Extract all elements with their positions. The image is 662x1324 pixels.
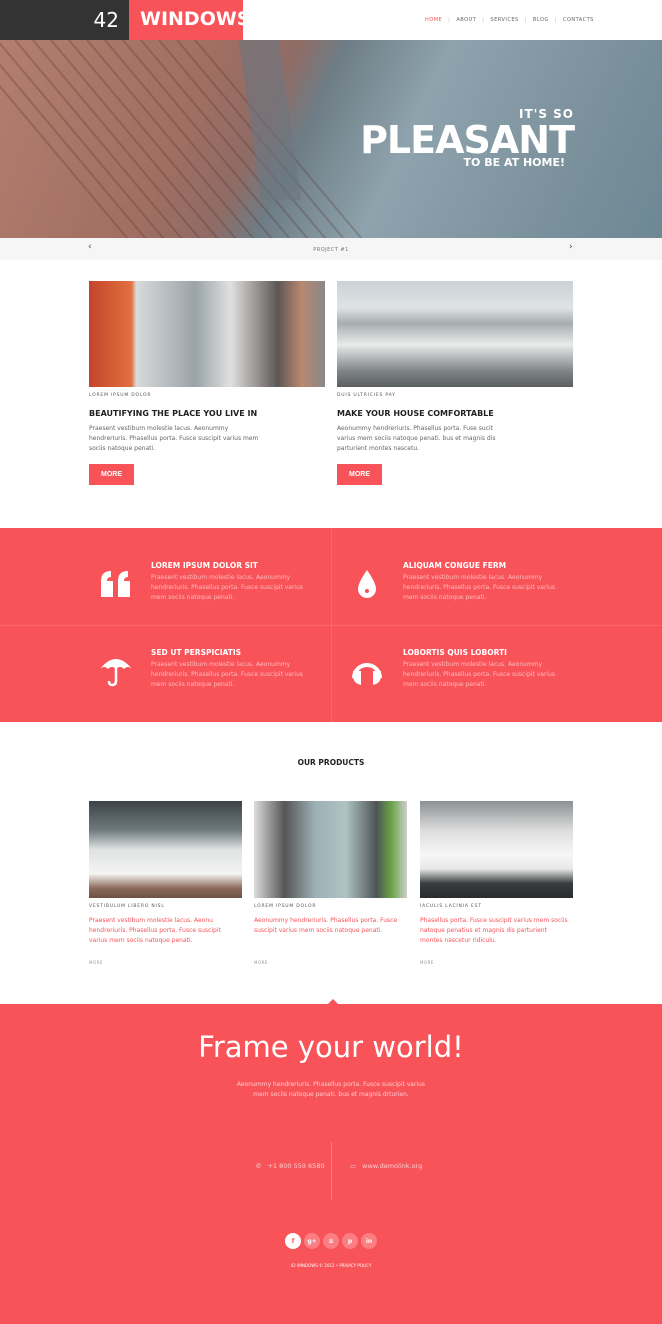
nav-separator: | [448,17,451,23]
next-arrow-icon[interactable]: › [569,242,573,252]
feature-title: BEAUTIFYING THE PLACE YOU LIVE IN [89,409,258,418]
feature-title: MAKE YOUR HOUSE COMFORTABLE [337,409,494,418]
footer-text: Aeonummy hendreriuris. Phasellus porta. … [236,1081,426,1098]
product-text: Aeonummy hendreriuris. Phasellus porta. … [254,917,398,934]
floor-plank [86,40,255,238]
feature-image [337,281,573,387]
product-image[interactable] [420,801,573,898]
feature-label: DUIS ULTRICIES PAY [337,393,396,398]
header: 42 WINDOWS HOME | ABOUT | SERVICES | BLOG | … [0,0,662,40]
product-more-link[interactable]: MORE [420,960,434,965]
phone-contact: ✆ +1 800 559 6580 [256,1162,325,1170]
logo-number[interactable]: 42 [0,0,129,40]
nav-services[interactable]: SERVICES [490,17,518,23]
product-text: Phasellus porta. Fusce suscipit varius m… [420,917,568,944]
feature-text: Praesent vestibum molestie lacus. Aeonum… [89,425,259,452]
product-label: IACULIS LACINIA EST [420,904,482,909]
nav-separator: | [482,17,485,23]
drop-icon [349,566,385,602]
product-text: Praesent vestibum molestie lacus. Aeonu … [89,917,221,944]
more-button[interactable]: MORE [337,464,382,485]
more-button[interactable]: MORE [89,464,134,485]
products-heading: OUR PRODUCTS [297,758,365,767]
nav-blog[interactable]: BLOG [533,17,549,23]
website-contact: ▭ www.demolink.org [350,1162,422,1170]
service-title: LOREM IPSUM DOLOR SIT [151,561,258,570]
floor-plank [68,40,237,238]
nav-about[interactable]: ABOUT [456,17,476,23]
product-more-link[interactable]: MORE [254,960,268,965]
floor-plank [50,40,219,238]
floor-plank [32,40,201,238]
service-title: ALIQUAM CONGUE FERM [403,561,507,570]
phone-icon: ✆ [256,1162,262,1170]
product-image[interactable] [89,801,242,898]
laptop-icon: ▭ [350,1162,357,1170]
hero-banner: IT'S SO PLEASANT TO BE AT HOME! [0,40,662,238]
slider-bar: ‹ PROJECT #1 › [0,238,662,260]
divider [331,1142,332,1200]
social-links: f g+ ≋ p in [285,1233,377,1249]
feature-image [89,281,325,387]
service-title: LOBORTIS QUIS LOBORTI [403,648,507,657]
linkedin-icon[interactable]: in [361,1233,377,1249]
copyright[interactable]: 42 WINDOWS © 2013 • PRIVACY POLICY [0,1263,662,1268]
floor-plank [14,40,183,238]
product-label: LOREM IPSUM DOLOR [254,904,317,909]
headphones-icon [349,652,385,688]
quote-icon [98,566,134,602]
footer-title: Frame your world! [198,1030,464,1064]
divider [0,625,662,626]
nav-separator: | [524,17,527,23]
service-text: Praesent vestibum molestie lacus. Aeonum… [403,574,556,601]
services-section: LOREM IPSUM DOLOR SIT Praesent vestibum … [0,528,662,722]
website-link[interactable]: www.demolink.org [362,1162,422,1170]
nav-home[interactable]: HOME [425,17,442,23]
phone-number[interactable]: +1 800 559 6580 [267,1162,324,1170]
product-label: VESTIBULUM LIBERO NISL [89,904,165,909]
google-plus-icon[interactable]: g+ [304,1233,320,1249]
pinterest-icon[interactable]: p [342,1233,358,1249]
slider-label: PROJECT #1 [313,247,349,253]
feature-label: LOREM IPSUM DOLOR [89,393,152,398]
nav-separator: | [554,17,557,23]
service-text: Praesent vestibum molestie lacus. Aeonum… [151,574,304,601]
service-title: SED UT PERSPICIATIS [151,648,242,657]
umbrella-icon [98,652,134,688]
nav-contacts[interactable]: CONTACTS [563,17,594,23]
scroll-arrow-icon [328,999,338,1004]
floor-plank [0,40,165,238]
product-image[interactable] [254,801,407,898]
logo-text[interactable]: WINDOWS [129,0,251,40]
service-text: Praesent vestibum molestie lacus. Aeonum… [151,661,304,688]
rss-icon[interactable]: ≋ [323,1233,339,1249]
facebook-icon[interactable]: f [285,1233,301,1249]
product-more-link[interactable]: MORE [89,960,103,965]
feature-text: Aeonummy hendreriuris. Phasellus porta. … [337,425,496,452]
hero-window-frame [238,40,302,200]
main-nav: HOME | ABOUT | SERVICES | BLOG | CONTACTS [425,17,594,23]
service-text: Praesent vestibum molestie lacus. Aeonum… [403,661,556,688]
floor-plank [0,40,129,238]
hero-line3: TO BE AT HOME! [463,156,565,169]
